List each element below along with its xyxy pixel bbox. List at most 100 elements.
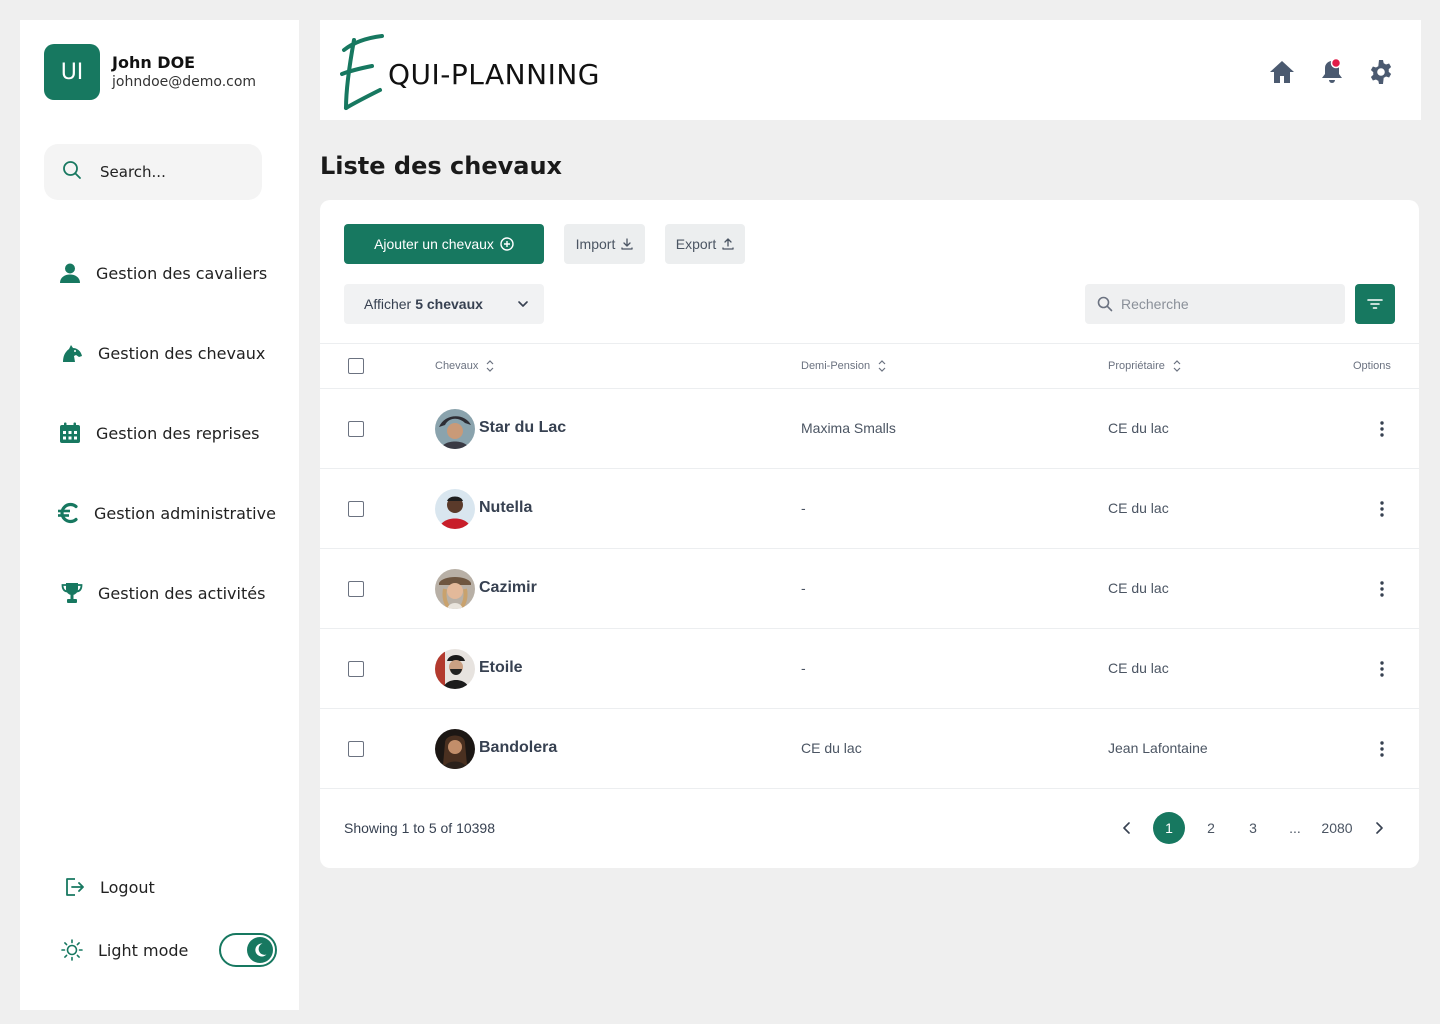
next-page-icon[interactable] <box>1367 812 1391 844</box>
column-header-owner[interactable]: Propriétaire <box>1108 360 1181 372</box>
more-options-icon[interactable] <box>1372 419 1392 439</box>
sort-icon <box>878 360 886 372</box>
more-options-icon[interactable] <box>1372 499 1392 519</box>
column-header-demi[interactable]: Demi-Pension <box>801 360 886 372</box>
row-checkbox[interactable] <box>348 421 364 437</box>
light-mode-row: Light mode <box>60 935 188 965</box>
theme-toggle[interactable] <box>219 933 277 967</box>
user-info: John DOE johndoe@demo.com <box>112 53 256 91</box>
user-email: johndoe@demo.com <box>112 74 257 90</box>
row-checkbox[interactable] <box>348 661 364 677</box>
page-size-prefix: Afficher <box>364 296 412 312</box>
demi-pension: - <box>801 660 806 676</box>
sidebar-search-label: Search... <box>100 163 166 181</box>
user-profile[interactable]: UI John DOE johndoe@demo.com <box>44 44 256 100</box>
filter-icon <box>1367 299 1383 309</box>
row-checkbox[interactable] <box>348 501 364 517</box>
sidebar-item-chevaux[interactable]: Gestion des chevaux <box>60 338 265 368</box>
sidebar-item-label: Gestion des reprises <box>96 423 260 443</box>
table-search-input[interactable] <box>1121 296 1321 312</box>
logout-label: Logout <box>100 877 155 897</box>
sidebar-item-label: Gestion des activités <box>98 583 266 603</box>
top-header: QUI-PLANNING <box>320 20 1421 120</box>
calendar-icon <box>58 421 82 445</box>
horse-name[interactable]: Star du Lac <box>479 419 566 437</box>
owner: CE du lac <box>1108 500 1169 516</box>
horse-avatar <box>435 489 475 529</box>
sidebar-item-label: Gestion administrative <box>94 503 276 523</box>
notification-dot <box>1330 57 1342 69</box>
moon-icon <box>247 937 273 963</box>
column-header-label: Propriétaire <box>1108 360 1165 372</box>
column-header-horse[interactable]: Chevaux <box>435 360 494 372</box>
horse-avatar <box>435 649 475 689</box>
search-icon <box>1097 296 1113 312</box>
row-checkbox[interactable] <box>348 741 364 757</box>
sidebar-item-cavaliers[interactable]: Gestion des cavaliers <box>58 258 267 288</box>
import-label: Import <box>575 236 616 252</box>
owner: CE du lac <box>1108 420 1169 436</box>
download-icon <box>621 238 633 250</box>
import-button[interactable]: Import <box>564 224 645 264</box>
horse-avatar <box>435 729 475 769</box>
sort-icon <box>486 360 494 372</box>
more-options-icon[interactable] <box>1372 579 1392 599</box>
page-size-value: 5 chevaux <box>415 296 483 312</box>
table-search[interactable] <box>1085 284 1345 324</box>
export-button[interactable]: Export <box>665 224 745 264</box>
page-button-last[interactable]: 2080 <box>1317 812 1357 844</box>
column-header-label: Demi-Pension <box>801 360 871 372</box>
column-header-label: Chevaux <box>435 360 479 372</box>
light-mode-label: Light mode <box>98 940 189 960</box>
logout-button[interactable]: Logout <box>62 872 155 902</box>
add-horse-label: Ajouter un chevaux <box>374 236 494 252</box>
gear-icon[interactable] <box>1367 58 1395 86</box>
owner: CE du lac <box>1108 660 1169 676</box>
sidebar-item-activites[interactable]: Gestion des activités <box>60 578 265 608</box>
demi-pension: - <box>801 580 806 596</box>
row-checkbox[interactable] <box>348 581 364 597</box>
horse-avatar <box>435 409 475 449</box>
horse-name[interactable]: Cazimir <box>479 579 537 597</box>
owner: Jean Lafontaine <box>1108 740 1208 756</box>
sidebar-search[interactable]: Search... <box>44 144 262 200</box>
table-row[interactable]: Cazimir - CE du lac <box>320 549 1419 629</box>
euro-icon <box>56 501 80 525</box>
horse-name[interactable]: Nutella <box>479 499 532 517</box>
page-button-1[interactable]: 1 <box>1153 812 1185 844</box>
bell-icon[interactable] <box>1318 57 1346 86</box>
select-all-checkbox[interactable] <box>348 358 364 374</box>
search-icon <box>62 160 82 185</box>
horse-name[interactable]: Etoile <box>479 659 523 677</box>
table-row[interactable]: Etoile - CE du lac <box>320 629 1419 709</box>
horse-name[interactable]: Bandolera <box>479 739 557 757</box>
sidebar-item-reprises[interactable]: Gestion des reprises <box>58 418 260 448</box>
add-horse-button[interactable]: Ajouter un chevaux <box>344 224 544 264</box>
sidebar: UI John DOE johndoe@demo.com Search... G… <box>20 20 299 1010</box>
avatar: UI <box>44 44 100 100</box>
prev-page-icon[interactable] <box>1115 812 1139 844</box>
upload-icon <box>722 238 734 250</box>
more-options-icon[interactable] <box>1372 739 1392 759</box>
page-button-2[interactable]: 2 <box>1195 812 1227 844</box>
table-row[interactable]: Bandolera CE du lac Jean Lafontaine <box>320 709 1419 789</box>
demi-pension: CE du lac <box>801 740 862 756</box>
table-row[interactable]: Star du Lac Maxima Smalls CE du lac <box>320 389 1419 469</box>
horse-avatar <box>435 569 475 609</box>
demi-pension: Maxima Smalls <box>801 420 896 436</box>
table-row[interactable]: Nutella - CE du lac <box>320 469 1419 549</box>
filter-button[interactable] <box>1355 284 1395 324</box>
horse-icon <box>60 341 84 365</box>
page-size-select[interactable]: Afficher 5 chevaux <box>344 284 544 324</box>
chevron-down-icon <box>518 301 528 307</box>
horses-table-card: Ajouter un chevaux Import Export Affiche… <box>320 200 1419 868</box>
export-label: Export <box>675 236 717 252</box>
home-icon[interactable] <box>1268 58 1296 86</box>
sidebar-item-administrative[interactable]: Gestion administrative <box>56 498 276 528</box>
sidebar-item-label: Gestion des chevaux <box>98 343 266 363</box>
more-options-icon[interactable] <box>1372 659 1392 679</box>
logout-icon <box>62 875 86 899</box>
column-header-options: Options <box>1353 360 1391 372</box>
page-button-3[interactable]: 3 <box>1237 812 1269 844</box>
user-name: John DOE <box>112 53 196 72</box>
